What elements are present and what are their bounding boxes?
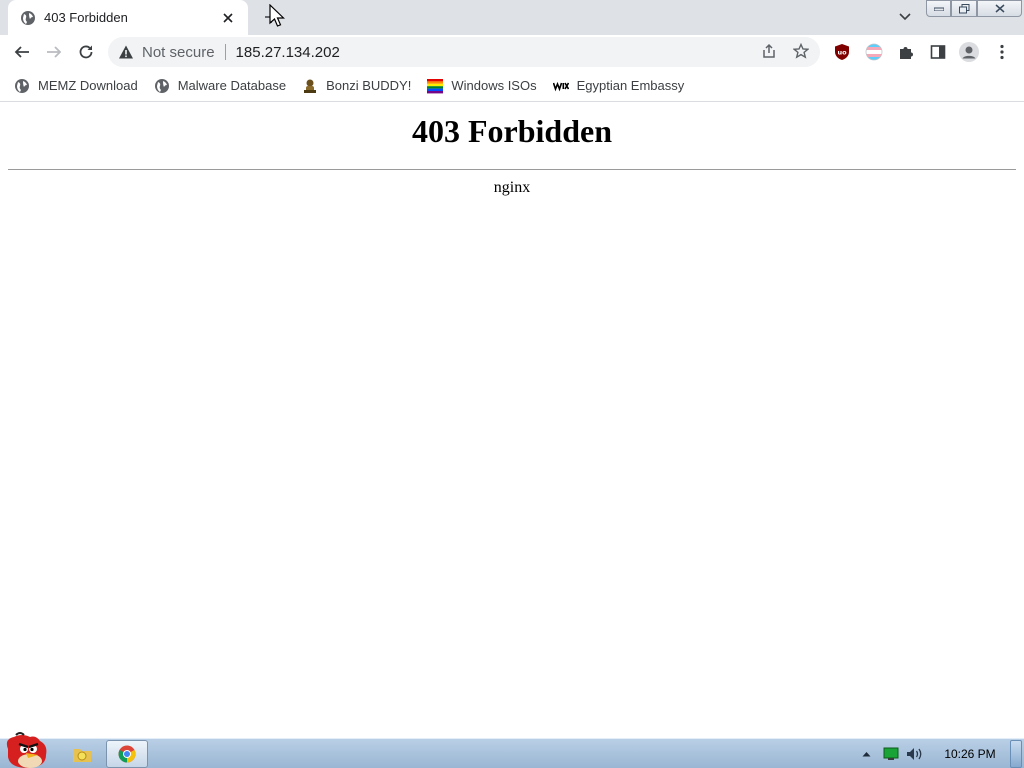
- trans-flag-icon[interactable]: [864, 42, 884, 62]
- chrome-taskbar-button[interactable]: [106, 740, 148, 768]
- back-button[interactable]: [8, 38, 36, 66]
- mouse-cursor-icon: [268, 3, 288, 30]
- show-desktop-button[interactable]: [1010, 740, 1022, 768]
- volume-icon[interactable]: [904, 739, 926, 768]
- restore-button[interactable]: [951, 0, 977, 17]
- bookmark-malware-database[interactable]: Malware Database: [154, 74, 286, 98]
- url-text[interactable]: 185.27.134.202: [236, 44, 340, 61]
- toolbar: Not secure 185.27.134.202 uo: [0, 35, 1024, 70]
- clock[interactable]: 10:26 PM: [936, 739, 1004, 768]
- globe-icon: [14, 78, 30, 94]
- page-title: 403 Forbidden: [411, 113, 613, 149]
- profile-avatar[interactable]: [959, 42, 979, 62]
- bookmarks-bar: MEMZ Download Malware Database Bonzi BUD…: [0, 70, 1024, 102]
- globe-icon: [154, 78, 170, 94]
- start-button[interactable]: [2, 731, 50, 768]
- forward-button[interactable]: [40, 38, 68, 66]
- close-tab-icon[interactable]: [218, 8, 238, 28]
- chevron-down-icon[interactable]: [894, 6, 916, 28]
- bookmark-egyptian-embassy[interactable]: Egyptian Embassy: [552, 74, 685, 98]
- server-name: nginx: [493, 179, 531, 196]
- side-panel-icon[interactable]: [928, 42, 948, 62]
- divider: [224, 44, 226, 60]
- bookmark-label: Egyptian Embassy: [576, 78, 685, 93]
- address-bar[interactable]: Not secure 185.27.134.202: [108, 37, 820, 67]
- bookmark-label: Bonzi BUDDY!: [326, 78, 412, 93]
- taskbar: 10:26 PM: [0, 732, 1024, 768]
- explorer-taskbar-icon[interactable]: [68, 740, 96, 768]
- warning-icon[interactable]: [118, 44, 134, 60]
- wix-icon: [552, 78, 569, 94]
- ublock-icon[interactable]: uo: [832, 42, 852, 62]
- security-label[interactable]: Not secure: [142, 44, 215, 61]
- tab-active[interactable]: 403 Forbidden: [8, 0, 248, 35]
- bonzi-icon: [302, 78, 318, 94]
- puzzle-icon[interactable]: [896, 42, 916, 62]
- divider: [8, 169, 1016, 170]
- tab-title: 403 Forbidden: [44, 10, 128, 25]
- bookmark-memz[interactable]: MEMZ Download: [14, 74, 138, 98]
- window-controls: [926, 0, 1022, 18]
- network-icon[interactable]: [880, 739, 902, 768]
- svg-text:uo: uo: [837, 49, 847, 57]
- reload-button[interactable]: [72, 38, 100, 66]
- chrome-icon: [118, 745, 136, 763]
- share-icon[interactable]: [760, 42, 778, 60]
- menu-kebab-icon[interactable]: [992, 42, 1012, 62]
- bookmark-bonzi-buddy[interactable]: Bonzi BUDDY!: [302, 74, 411, 98]
- tray-expand-icon[interactable]: [858, 739, 874, 768]
- tab-strip: 403 Forbidden: [0, 0, 1024, 35]
- bookmark-label: Windows ISOs: [451, 78, 537, 93]
- bookmark-windows-isos[interactable]: Windows ISOs: [427, 74, 537, 98]
- close-window-button[interactable]: [977, 0, 1022, 17]
- minimize-button[interactable]: [926, 0, 951, 17]
- bookmark-label: Malware Database: [177, 78, 287, 93]
- rainbow-flag-icon: [427, 78, 444, 94]
- bookmark-label: MEMZ Download: [38, 78, 138, 93]
- page-content: 403 Forbidden nginx: [0, 103, 1024, 738]
- globe-icon: [20, 10, 36, 26]
- bookmark-star-icon[interactable]: [792, 42, 810, 60]
